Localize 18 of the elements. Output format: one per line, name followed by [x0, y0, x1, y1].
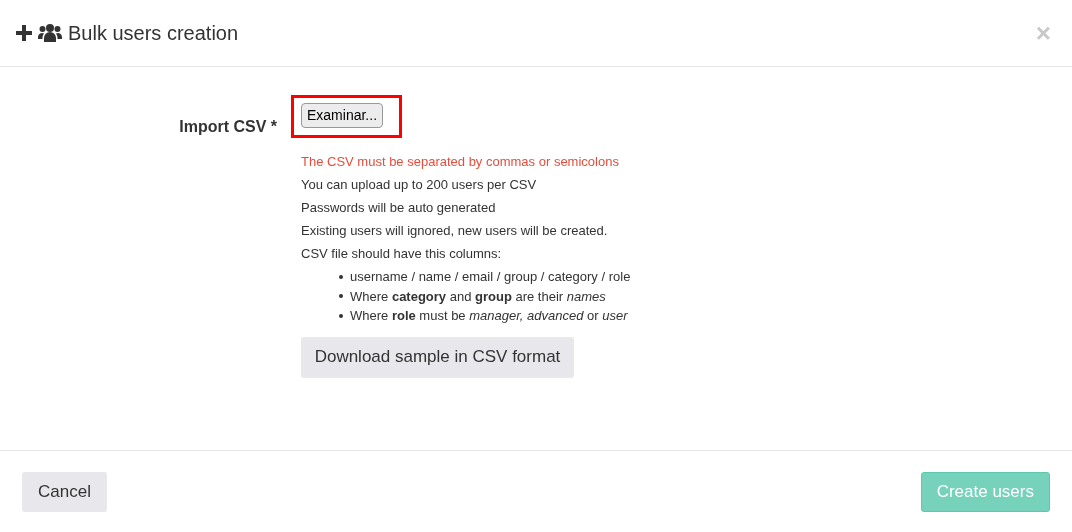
cancel-button[interactable]: Cancel [22, 471, 107, 512]
help-text: Passwords will be auto generated [301, 199, 497, 217]
bullet-icon [339, 294, 343, 299]
help-text: Existing users will ignored, new users will be created. [301, 222, 609, 240]
modal-title: Bulk users creation [68, 21, 239, 46]
field-label: Import CSV * [179, 117, 277, 137]
download-button[interactable]: Download sample in CSV format [301, 336, 574, 378]
plus-icon [15, 24, 33, 42]
users-icon [38, 23, 62, 43]
warning-text: The CSV must be separated by commas or semicolons [301, 153, 620, 171]
help-text: CSV file should have this columns: [301, 245, 503, 263]
bullet-icon [339, 274, 343, 279]
list-item: username / name / email / group / category / role [339, 267, 631, 287]
bullet-icon [339, 313, 343, 318]
list-item: Where category and group are their names [339, 286, 631, 306]
list-item: Where role must be manager, advanced or user [339, 306, 631, 326]
help-text: You can upload up to 200 users per CSV [301, 176, 538, 194]
file-button[interactable]: Examinar... [301, 103, 384, 128]
